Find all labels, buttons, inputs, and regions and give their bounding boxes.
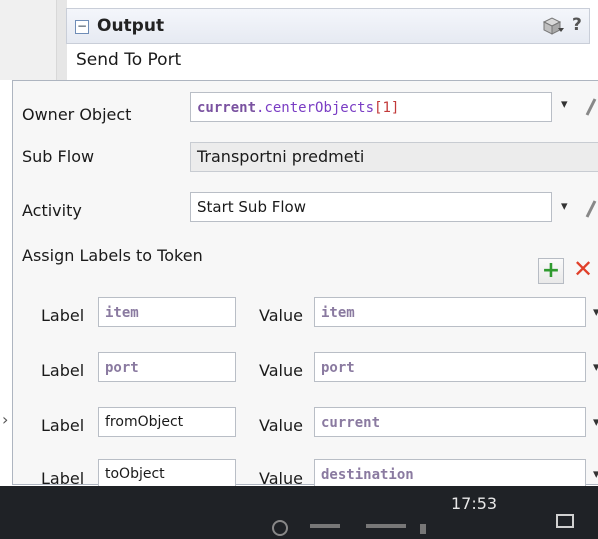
value-caption: Value — [259, 416, 303, 435]
activity-dropdown-icon[interactable]: ▾ — [561, 199, 568, 214]
owner-object-field[interactable]: current.centerObjects[1] — [190, 92, 552, 122]
help-icon[interactable]: ? — [572, 15, 582, 35]
label-value-dropdown-icon[interactable]: ▾ — [593, 360, 598, 375]
window-edge-arrow-icon: › — [2, 410, 9, 429]
activity-label: Activity — [22, 201, 82, 220]
owner-object-method: centerObjects — [264, 100, 375, 116]
label-value-field[interactable]: port — [314, 352, 586, 382]
label-name-field[interactable]: port — [98, 352, 236, 382]
assign-labels-label: Assign Labels to Token — [22, 246, 203, 265]
owner-object-wrench-icon[interactable] — [585, 95, 597, 117]
collapse-icon[interactable]: − — [75, 20, 89, 34]
label-value-value: destination — [321, 467, 414, 483]
label-name-field[interactable]: fromObject — [98, 407, 236, 437]
output-title: Output — [97, 16, 165, 36]
label-value-field[interactable]: current — [314, 407, 586, 437]
activity-wrench-icon[interactable] — [585, 197, 597, 219]
value-caption: Value — [259, 361, 303, 380]
value-caption: Value — [259, 306, 303, 325]
label-value-field[interactable]: destination — [314, 459, 586, 489]
owner-object-prefix: current — [197, 100, 257, 116]
trigger-name[interactable]: Send To Port — [76, 50, 181, 70]
add-label-button[interactable]: + — [538, 258, 564, 284]
owner-object-label: Owner Object — [22, 105, 132, 124]
delete-label-button[interactable]: ✕ — [573, 255, 593, 283]
label-caption: Label — [41, 361, 85, 380]
owner-object-index: 1 — [382, 100, 391, 116]
label-value-dropdown-icon[interactable]: ▾ — [593, 467, 598, 482]
label-value-value: current — [321, 415, 381, 431]
label-value-value: item — [321, 305, 355, 321]
label-caption: Label — [41, 306, 85, 325]
template-icon[interactable] — [540, 16, 564, 36]
background-panel — [0, 0, 56, 80]
sub-flow-label: Sub Flow — [22, 147, 95, 166]
label-caption: Label — [41, 416, 85, 435]
notification-icon[interactable] — [556, 514, 574, 528]
label-name-field[interactable]: toObject — [98, 459, 236, 489]
os-taskbar: 17:53 — [0, 486, 598, 539]
label-name-value: port — [105, 360, 139, 376]
label-value-dropdown-icon[interactable]: ▾ — [593, 415, 598, 430]
label-value-value: port — [321, 360, 355, 376]
output-section-header[interactable]: − Output ? — [66, 8, 590, 44]
owner-object-dropdown-icon[interactable]: ▾ — [561, 97, 568, 112]
sub-flow-field[interactable]: Transportni predmeti — [190, 142, 598, 172]
activity-field[interactable]: Start Sub Flow — [190, 192, 552, 222]
owner-object-close-bracket: ] — [390, 100, 400, 116]
taskbar-status-icons[interactable] — [270, 514, 470, 538]
trigger-properties-popup: Owner Object current.centerObjects[1] ▾ … — [12, 80, 598, 489]
taskbar-clock[interactable]: 17:53 — [451, 494, 497, 513]
label-value-field[interactable]: item — [314, 297, 586, 327]
label-name-value: item — [105, 305, 139, 321]
label-name-field[interactable]: item — [98, 297, 236, 327]
label-value-dropdown-icon[interactable]: ▾ — [593, 305, 598, 320]
